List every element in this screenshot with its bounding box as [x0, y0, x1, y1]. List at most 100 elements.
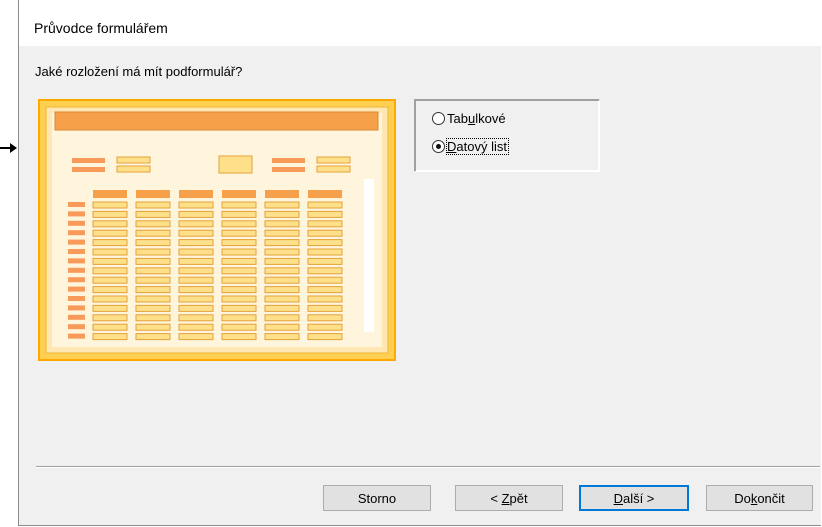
preview-row-selector: [68, 249, 85, 254]
preview-row-selector: [68, 286, 85, 292]
preview-cell: [307, 276, 343, 284]
preview-cell: [92, 333, 128, 341]
preview-cell: [178, 248, 214, 256]
preview-cell: [307, 257, 343, 265]
preview-cell: [307, 314, 343, 322]
preview-cell: [92, 295, 128, 303]
preview-cell: [264, 229, 300, 237]
layout-option-group: Tabulkové Datový list: [414, 99, 600, 172]
preview-cell: [264, 304, 300, 312]
preview-cell: [178, 286, 214, 294]
back-button-label: < Zpět: [490, 490, 528, 506]
preview-cell: [135, 333, 171, 341]
preview-cell: [221, 210, 257, 218]
preview-cell: [178, 295, 214, 303]
finish-button[interactable]: Dokončit: [706, 485, 813, 511]
preview-cell: [92, 239, 128, 247]
preview-cell: [135, 210, 171, 218]
preview-cell: [307, 248, 343, 256]
preview-row-selector: [68, 305, 85, 311]
preview-cell: [221, 248, 257, 256]
preview-cell: [135, 257, 171, 265]
option-tabular-label: Tabulkové: [447, 110, 506, 126]
preview-cell: [178, 239, 214, 247]
preview-column-header: [265, 190, 299, 198]
preview-cell: [92, 210, 128, 218]
separator-line: [36, 466, 820, 468]
preview-row-selector: [68, 277, 85, 283]
preview-cell: [264, 248, 300, 256]
preview-field-box: [116, 165, 151, 173]
preview-row-selector: [68, 211, 85, 217]
preview-cell: [221, 239, 257, 247]
preview-row-selector: [68, 258, 85, 264]
preview-row-selector: [68, 230, 85, 236]
preview-cell: [307, 229, 343, 237]
preview-cell: [221, 267, 257, 275]
preview-cell: [135, 323, 171, 331]
preview-cell: [221, 201, 257, 209]
preview-column-header: [222, 190, 256, 198]
preview-cell: [92, 257, 128, 265]
preview-cell: [307, 239, 343, 247]
preview-cell: [221, 220, 257, 228]
form-wizard-dialog: Průvodce formulářem Jaké rozložení má mí…: [18, 0, 822, 526]
next-button-label: Další >: [613, 490, 655, 506]
preview-cell: [307, 267, 343, 275]
preview-cell: [92, 248, 128, 256]
preview-cell: [307, 304, 343, 312]
finish-button-label: Dokončit: [734, 490, 785, 506]
preview-cell: [178, 201, 214, 209]
preview-cell: [92, 323, 128, 331]
preview-cell: [135, 304, 171, 312]
dialog-title: Průvodce formulářem: [34, 20, 168, 36]
preview-cell: [307, 220, 343, 228]
preview-cell: [178, 333, 214, 341]
option-datasheet[interactable]: Datový list: [432, 137, 509, 155]
datasheet-layout-preview: [38, 99, 396, 361]
preview-cell: [92, 286, 128, 294]
preview-cell: [92, 304, 128, 312]
preview-cell: [178, 257, 214, 265]
preview-cell: [221, 304, 257, 312]
option-tabular[interactable]: Tabulkové: [432, 109, 506, 127]
preview-field-label: [72, 167, 105, 172]
preview-cell: [92, 229, 128, 237]
next-button[interactable]: Další >: [579, 485, 689, 511]
question-label: Jaké rozložení má mít podformulář?: [35, 64, 243, 79]
preview-cell: [178, 210, 214, 218]
preview-field-box: [218, 155, 253, 174]
back-button[interactable]: < Zpět: [455, 485, 563, 511]
preview-cell: [221, 323, 257, 331]
preview-field-label: [272, 167, 305, 172]
preview-cell: [92, 267, 128, 275]
preview-cell: [221, 295, 257, 303]
preview-cell: [307, 286, 343, 294]
preview-cell: [264, 333, 300, 341]
preview-cell: [178, 323, 214, 331]
preview-cell: [178, 304, 214, 312]
cancel-button[interactable]: Storno: [323, 485, 431, 511]
preview-cell: [135, 220, 171, 228]
preview-cell: [178, 229, 214, 237]
preview-column-header: [179, 190, 213, 198]
preview-cell: [264, 323, 300, 331]
arrow-right-icon: [0, 143, 17, 153]
preview-row-selector: [68, 333, 85, 339]
preview-cell: [178, 267, 214, 275]
preview-field-label: [272, 158, 305, 163]
preview-row-selector: [68, 220, 85, 226]
radio-tabular[interactable]: [432, 111, 445, 125]
preview-row-selector: [68, 296, 85, 301]
preview-cell: [307, 333, 343, 341]
preview-cell: [221, 276, 257, 284]
preview-cell: [264, 201, 300, 209]
preview-cell: [264, 267, 300, 275]
preview-cell: [264, 220, 300, 228]
preview-cell: [135, 276, 171, 284]
preview-row-selector: [68, 239, 85, 245]
preview-cell: [92, 276, 128, 284]
preview-field-box: [116, 156, 151, 164]
radio-datasheet[interactable]: [432, 139, 445, 153]
preview-cell: [307, 323, 343, 331]
